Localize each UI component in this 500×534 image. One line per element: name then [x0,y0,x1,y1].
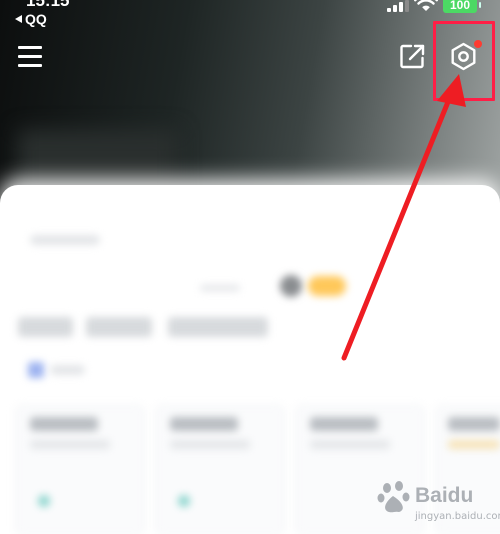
back-app-label: QQ [25,11,47,27]
annotation-highlight-box [433,21,495,101]
blurred-avatar-badge [280,275,302,297]
blurred-card-line [30,440,110,449]
back-triangle-icon [15,15,22,23]
back-to-app-link[interactable]: QQ [15,11,47,27]
status-time: 15:15 [26,0,70,10]
baidu-watermark: Baidu jingyan.baidu.com [375,474,500,532]
blurred-tab[interactable] [86,317,152,337]
blurred-chip-label [50,365,85,375]
blurred-card-title [448,417,500,431]
blurred-card-line [170,440,250,449]
blurred-chip-icon [28,362,44,378]
blurred-card-icon [178,495,190,507]
blurred-card-title [170,417,238,431]
blurred-text-line [30,235,100,245]
paw-logo-icon [377,481,410,513]
status-bar: 15:15 QQ 100 [0,0,500,34]
blurred-card-title [30,417,98,431]
blurred-vip-badge [308,276,346,296]
blurred-tab[interactable] [18,317,73,337]
blurred-card-icon [38,495,50,507]
blurred-card-line [448,440,500,449]
share-external-icon[interactable] [399,43,426,70]
blurred-tab[interactable] [168,317,268,337]
hamburger-menu-icon[interactable] [18,43,44,69]
blurred-card-line [310,440,390,449]
watermark-url: jingyan.baidu.com [415,511,500,522]
wifi-icon [414,0,438,11]
cellular-signal-icon [387,0,409,12]
watermark-brand: Baidu [415,484,474,507]
blurred-text-line [200,285,240,291]
blurred-card-title [310,417,378,431]
battery-indicator: 100 [443,0,481,13]
